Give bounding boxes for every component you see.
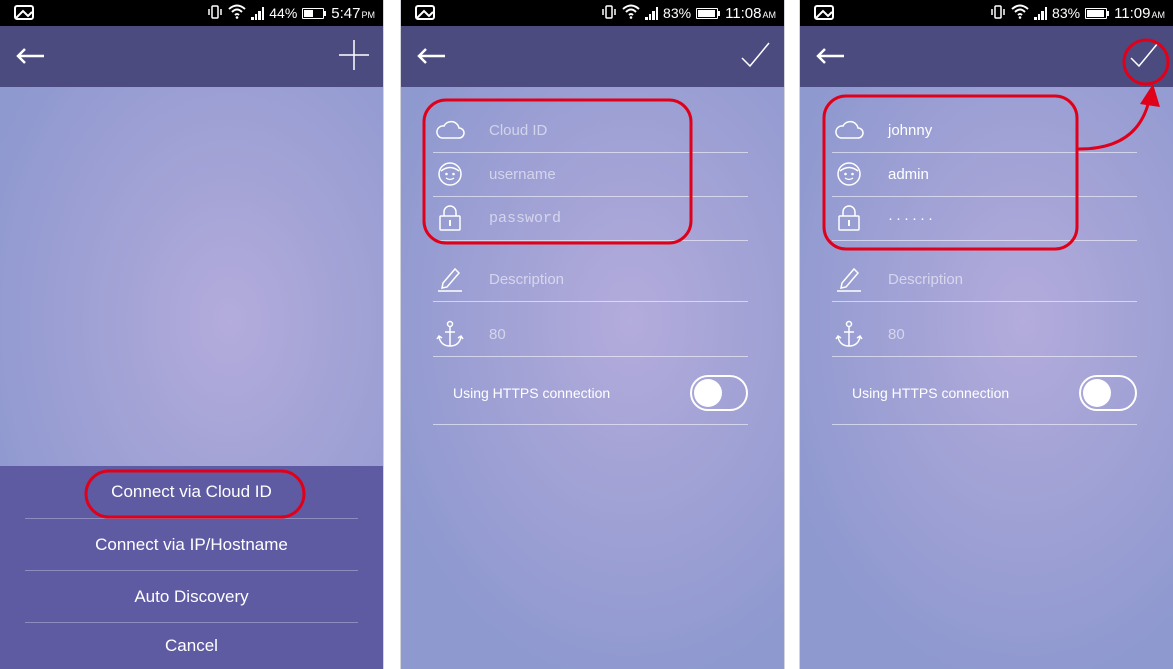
connect-via-ip-hostname-button[interactable]: Connect via IP/Hostname — [25, 519, 358, 571]
cloud-id-input[interactable]: johnny — [888, 109, 932, 153]
password-field[interactable]: ······ — [832, 197, 1137, 241]
battery-percent: 83% — [663, 5, 692, 21]
cloud-id-input[interactable]: Cloud ID — [489, 109, 547, 153]
cloud-icon — [433, 115, 467, 145]
phone-screen-add-device: 44% 5:47PM Connect via Cloud ID Connect … — [0, 0, 383, 669]
battery-percent: 44% — [269, 5, 298, 21]
user-face-icon — [832, 159, 866, 189]
back-arrow-icon[interactable] — [814, 44, 846, 73]
toggle-knob — [694, 379, 722, 407]
lock-icon — [433, 203, 467, 233]
signal-icon — [251, 6, 265, 20]
description-input[interactable]: Description — [888, 258, 963, 302]
port-field[interactable]: 80 — [832, 313, 1137, 357]
wifi-icon — [228, 4, 246, 22]
photo-icon — [14, 5, 34, 23]
username-input[interactable]: admin — [888, 153, 929, 197]
app-bar — [401, 26, 784, 87]
description-field[interactable]: Description — [433, 258, 748, 302]
wifi-icon — [1011, 4, 1029, 22]
username-field[interactable]: username — [433, 153, 748, 197]
photo-icon — [415, 5, 435, 23]
description-input[interactable]: Description — [489, 258, 564, 302]
password-field[interactable]: password — [433, 197, 748, 241]
signal-icon — [1034, 6, 1048, 20]
battery-percent: 83% — [1052, 5, 1081, 21]
auto-discovery-button[interactable]: Auto Discovery — [25, 571, 358, 623]
back-arrow-icon[interactable] — [415, 44, 447, 73]
https-row: Using HTTPS connection — [832, 361, 1137, 425]
password-input[interactable]: ······ — [888, 197, 936, 241]
vibrate-icon — [990, 4, 1006, 23]
connect-options-sheet: Connect via Cloud ID Connect via IP/Host… — [0, 466, 383, 669]
pencil-icon — [832, 264, 866, 294]
status-bar: 44% 5:47PM — [0, 0, 383, 26]
port-field[interactable]: 80 — [433, 313, 748, 357]
anchor-icon — [433, 319, 467, 349]
battery-icon — [696, 7, 721, 19]
clock: 11:08 — [725, 4, 762, 22]
user-face-icon — [433, 159, 467, 189]
username-input[interactable]: username — [489, 153, 556, 197]
signal-icon — [645, 6, 659, 20]
https-row: Using HTTPS connection — [433, 361, 748, 425]
cloud-id-field[interactable]: johnny — [832, 109, 1137, 153]
status-bar: 83% 11:09AM — [800, 0, 1173, 26]
phone-screen-cloud-id-form-filled: 83% 11:09AM johnny admin ······ Descript… — [800, 0, 1173, 669]
clock-ampm: AM — [762, 9, 777, 20]
lock-icon — [832, 203, 866, 233]
pencil-icon — [433, 264, 467, 294]
description-field[interactable]: Description — [832, 258, 1137, 302]
vibrate-icon — [601, 4, 617, 23]
toggle-knob — [1083, 379, 1111, 407]
cloud-icon — [832, 115, 866, 145]
username-field[interactable]: admin — [832, 153, 1137, 197]
https-toggle[interactable] — [690, 375, 748, 411]
app-bar — [0, 26, 383, 87]
port-input[interactable]: 80 — [489, 313, 506, 357]
vibrate-icon — [207, 4, 223, 23]
checkmark-icon[interactable] — [738, 38, 772, 77]
checkmark-icon[interactable] — [1127, 38, 1161, 77]
cloud-id-field[interactable]: Cloud ID — [433, 109, 748, 153]
https-toggle[interactable] — [1079, 375, 1137, 411]
clock-ampm: PM — [361, 9, 376, 20]
clock: 11:09 — [1114, 4, 1151, 22]
battery-icon — [1085, 7, 1110, 19]
battery-icon — [302, 7, 327, 19]
wifi-icon — [622, 4, 640, 22]
password-input[interactable]: password — [489, 197, 561, 241]
https-label: Using HTTPS connection — [453, 385, 611, 401]
anchor-icon — [832, 319, 866, 349]
back-arrow-icon[interactable] — [14, 44, 46, 73]
status-bar: 83% 11:08AM — [401, 0, 784, 26]
clock-ampm: AM — [1151, 9, 1166, 20]
port-input[interactable]: 80 — [888, 313, 905, 357]
connect-via-cloud-id-button[interactable]: Connect via Cloud ID — [25, 466, 358, 518]
plus-icon[interactable] — [337, 38, 371, 77]
app-bar — [800, 26, 1173, 87]
cancel-button[interactable]: Cancel — [25, 623, 358, 669]
photo-icon — [814, 5, 834, 23]
phone-screen-cloud-id-form-empty: 83% 11:08AM Cloud ID username password D… — [401, 0, 784, 669]
https-label: Using HTTPS connection — [852, 385, 1010, 401]
clock: 5:47 — [331, 4, 361, 22]
